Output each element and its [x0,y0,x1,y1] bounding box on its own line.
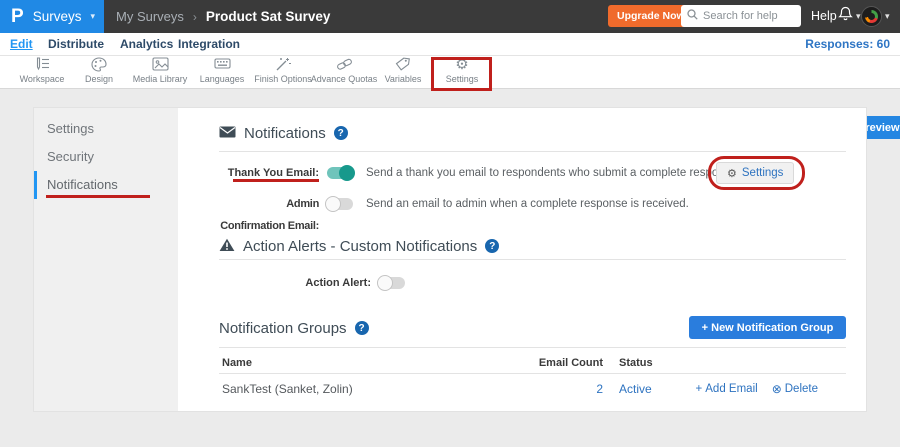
divider [219,259,846,260]
circle-x-icon: ⊗ [772,378,782,400]
tab-integration[interactable]: Integration [178,33,240,55]
column-header-name: Name [222,354,252,373]
sidebar-item-security[interactable]: Security [34,143,178,171]
notifications-section-header: Notifications ? [219,123,348,143]
annotation-underline-notifications [46,195,150,198]
notifications-content: Notifications ? Thank You Email: Send a … [219,108,846,411]
toggle-knob [325,196,341,212]
breadcrumb: My Surveys › Product Sat Survey [116,0,330,33]
thank-you-email-description: Send a thank you email to respondents wh… [366,162,740,184]
help-search-box[interactable] [681,5,801,27]
top-bar: P Surveys ▾ My Surveys › Product Sat Sur… [0,0,900,33]
toolbar-settings[interactable]: ⚙ Settings [423,57,501,84]
status-link[interactable]: Active [619,378,652,400]
help-link[interactable]: Help [811,0,837,33]
settings-sidebar: Settings Security Notifications [34,108,178,411]
chevron-down-icon: ▾ [90,11,95,22]
section-title: Action Alerts - Custom Notifications [243,238,477,255]
tab-distribute[interactable]: Distribute [48,33,104,55]
sidebar-item-settings[interactable]: Settings [34,115,178,143]
row-actions: +Add Email ⊗Delete [696,378,818,400]
toggle-knob [377,275,393,291]
group-name-cell: SankTest (Sanket, Zolin) [222,378,353,400]
search-icon [687,7,698,25]
action-alerts-section-header: Action Alerts - Custom Notifications ? [219,236,499,256]
plus-icon: + [696,378,703,400]
questionpro-logo: P [11,0,24,33]
email-count-link[interactable]: 2 [519,378,603,400]
chevron-down-icon: ▾ [856,11,861,22]
bell-icon [838,6,853,27]
notification-groups-section-header: Notification Groups ? [219,318,369,338]
column-header-status: Status [619,354,653,373]
section-title: Notification Groups [219,320,347,337]
divider [219,151,846,152]
breadcrumb-separator: › [193,10,197,24]
action-alert-row: Action Alert: [219,272,846,294]
survey-nav: Edit Distribute Analytics Integration Re… [0,33,900,56]
notifications-bell-menu[interactable]: ▾ [838,0,861,33]
gear-icon: ⚙ [423,57,501,74]
toggle-knob [339,165,355,181]
admin-confirmation-email-description: Send an email to admin when a complete r… [366,193,689,215]
account-menu[interactable]: ▾ [861,0,890,33]
divider [219,373,846,374]
divider [219,347,846,348]
thank-you-email-settings-button[interactable]: ⚙ Settings [716,162,794,184]
annotation-underline-thank-you-email [233,179,319,182]
help-search-input[interactable] [703,10,793,22]
section-title: Notifications [244,125,326,142]
tab-edit[interactable]: Edit [10,33,33,55]
envelope-icon [219,126,236,141]
add-email-link[interactable]: +Add Email [696,378,758,400]
help-circle-icon[interactable]: ? [355,321,369,335]
avatar [861,6,882,27]
admin-confirmation-email-toggle[interactable] [327,198,353,210]
warning-triangle-icon [219,238,235,255]
breadcrumb-current-survey: Product Sat Survey [206,9,331,24]
new-notification-group-button[interactable]: + New Notification Group [689,316,846,339]
action-alert-label: Action Alert: [271,272,371,294]
thank-you-email-row: Thank You Email: Send a thank you email … [219,162,846,184]
column-header-email-count: Email Count [519,354,603,373]
app-menu-label: Surveys [33,9,82,24]
help-circle-icon[interactable]: ? [334,126,348,140]
app-menu[interactable]: P Surveys ▾ [0,0,104,33]
help-circle-icon[interactable]: ? [485,239,499,253]
edit-toolbar: Workspace Design Media Library Languages… [0,56,900,89]
admin-confirmation-email-label: Admin Confirmation Email: [219,193,319,215]
gear-icon: ⚙ [727,167,737,180]
delete-link[interactable]: ⊗Delete [772,378,818,400]
settings-panel: Settings Security Notifications Notifica… [33,107,867,412]
responses-count[interactable]: Responses: 60 [805,33,890,55]
chevron-down-icon: ▾ [885,11,890,22]
tab-analytics[interactable]: Analytics [120,33,173,55]
admin-confirmation-email-row: Admin Confirmation Email: Send an email … [219,193,846,215]
breadcrumb-my-surveys[interactable]: My Surveys [116,9,184,24]
action-alert-toggle[interactable] [379,277,405,289]
thank-you-email-toggle[interactable] [327,167,353,179]
